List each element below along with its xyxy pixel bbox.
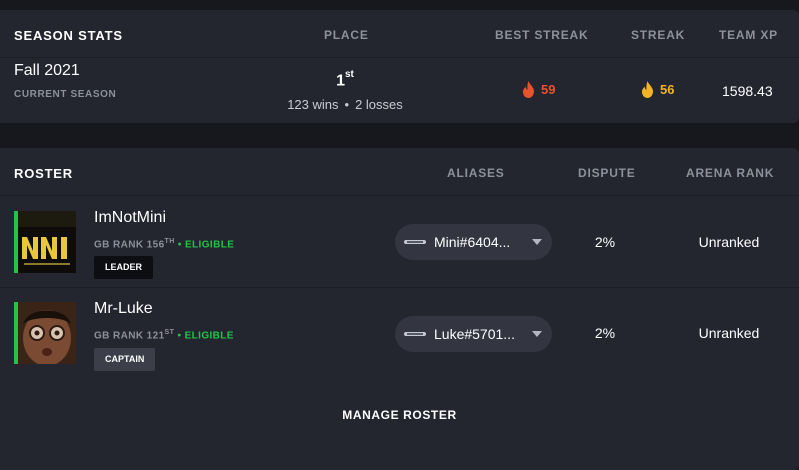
dispute-value: 2% xyxy=(594,234,616,250)
platform-logo-icon xyxy=(404,332,426,336)
player-rank: GB RANK 121ST • ELIGIBLE xyxy=(94,329,234,341)
avatar-image xyxy=(18,302,76,364)
team-xp-value: 1598.43 xyxy=(722,83,773,99)
arena-rank-value: Unranked xyxy=(698,234,760,250)
dispute-value: 2% xyxy=(594,325,616,341)
avatar[interactable] xyxy=(14,211,76,273)
separator-dot: • xyxy=(344,97,350,112)
dispute-header: DISPUTE xyxy=(578,166,636,180)
bullet: • xyxy=(177,239,182,251)
losses: 2 losses xyxy=(355,97,403,112)
avatar-image xyxy=(18,211,76,273)
role-badge: CAPTAIN xyxy=(94,348,156,371)
eligibility-status: ELIGIBLE xyxy=(184,239,235,251)
win-loss-record: 123 wins • 2 losses xyxy=(262,97,428,112)
arena-rank-header: ARENA RANK xyxy=(686,166,775,180)
season-stats-title: SEASON STATS xyxy=(14,28,123,43)
alias-value: Mini#6404... xyxy=(434,234,511,250)
best-streak-value: 59 xyxy=(541,82,556,97)
best-streak: 59 xyxy=(522,81,555,98)
rank-suffix: ST xyxy=(164,329,175,336)
season-name: Fall 2021 xyxy=(14,62,80,79)
place-number: 1 xyxy=(336,72,345,90)
player-name[interactable]: ImNotMini xyxy=(94,209,166,227)
bullet: • xyxy=(177,330,182,342)
role-badge: LEADER xyxy=(94,256,154,279)
wins: 123 wins xyxy=(287,97,339,112)
manage-roster-button[interactable]: MANAGE ROSTER xyxy=(0,408,799,422)
alias-value: Luke#5701... xyxy=(434,326,515,342)
place-rank: 1st xyxy=(330,69,360,90)
team-xp-header: TEAM XP xyxy=(719,28,778,42)
roster-title: ROSTER xyxy=(14,166,73,181)
place-suffix: st xyxy=(345,69,354,80)
aliases-header: ALIASES xyxy=(447,166,505,180)
current-streak: 56 xyxy=(641,81,674,98)
flame-icon xyxy=(642,81,653,98)
roster-row: ImNotMini GB RANK 156TH • ELIGIBLE LEADE… xyxy=(0,197,799,287)
chevron-down-icon xyxy=(532,239,542,245)
arena-rank-value: Unranked xyxy=(698,325,760,341)
eligibility-status: ELIGIBLE xyxy=(184,330,234,342)
alias-dropdown[interactable]: Luke#5701... xyxy=(395,316,552,352)
best-streak-header: BEST STREAK xyxy=(495,28,589,42)
divider xyxy=(0,195,799,196)
rank-value: GB RANK 121 xyxy=(94,330,165,342)
streak-header: STREAK xyxy=(631,28,686,42)
player-rank: GB RANK 156TH • ELIGIBLE xyxy=(94,238,234,250)
avatar[interactable] xyxy=(14,302,76,364)
platform-logo-icon xyxy=(404,240,426,244)
season-label: CURRENT SEASON xyxy=(14,89,117,100)
place-header: PLACE xyxy=(324,28,369,42)
alias-dropdown[interactable]: Mini#6404... xyxy=(395,224,552,260)
flame-icon xyxy=(523,81,534,98)
roster-row: Mr-Luke GB RANK 121ST • ELIGIBLE CAPTAIN… xyxy=(0,288,799,378)
rank-suffix: TH xyxy=(164,238,175,245)
streak-value: 56 xyxy=(660,82,675,97)
rank-value: GB RANK 156 xyxy=(94,239,165,251)
player-name[interactable]: Mr-Luke xyxy=(94,300,153,318)
divider xyxy=(0,57,799,58)
chevron-down-icon xyxy=(532,331,542,337)
